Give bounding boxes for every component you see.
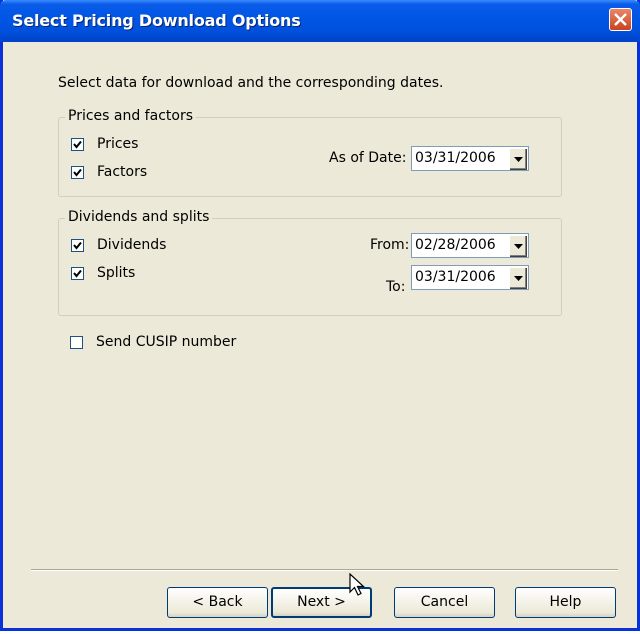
as-of-date-label: As of Date: (329, 150, 407, 166)
help-button[interactable]: Help (515, 587, 616, 618)
dialog-body: Select data for download and the corresp… (3, 42, 637, 628)
dialog-window: Select Pricing Download Options Select d… (0, 0, 640, 631)
checkmark-icon (73, 269, 82, 278)
splits-label: Splits (97, 265, 136, 281)
prices-factors-group: Prices and factors Prices Factors As of … (58, 108, 562, 197)
from-date-combo[interactable]: 02/28/2006 (411, 233, 529, 258)
back-button[interactable]: < Back (167, 587, 268, 618)
as-of-date-value: 03/31/2006 (415, 150, 496, 166)
send-cusip-label: Send CUSIP number (96, 334, 237, 350)
dropdown-button[interactable] (509, 235, 527, 257)
chevron-down-icon (514, 244, 523, 249)
checkmark-icon (73, 140, 82, 149)
dividends-checkbox[interactable] (71, 239, 84, 252)
chevron-down-icon (514, 157, 523, 162)
factors-checkbox[interactable] (71, 166, 84, 179)
from-date-label: From: (370, 237, 410, 253)
as-of-date-combo[interactable]: 03/31/2006 (411, 146, 529, 171)
checkmark-icon (73, 168, 82, 177)
title-bar[interactable]: Select Pricing Download Options (0, 0, 640, 42)
button-divider (31, 569, 618, 571)
dividends-label: Dividends (97, 237, 167, 253)
dialog-title: Select Pricing Download Options (12, 11, 301, 30)
close-button[interactable] (609, 8, 632, 31)
factors-label: Factors (97, 164, 148, 180)
close-icon (614, 13, 627, 26)
mouse-cursor-icon (349, 573, 366, 596)
prices-label: Prices (97, 136, 139, 152)
from-date-value: 02/28/2006 (415, 237, 496, 253)
to-date-label: To: (386, 279, 406, 295)
send-cusip-checkbox[interactable] (70, 336, 83, 349)
to-date-combo[interactable]: 03/31/2006 (411, 265, 529, 290)
prices-checkbox[interactable] (71, 138, 84, 151)
splits-checkbox[interactable] (71, 267, 84, 280)
instructions-text: Select data for download and the corresp… (58, 75, 444, 91)
dropdown-button[interactable] (509, 267, 527, 289)
to-date-value: 03/31/2006 (415, 269, 496, 285)
prices-factors-legend: Prices and factors (65, 108, 196, 124)
cancel-button[interactable]: Cancel (394, 587, 495, 618)
dropdown-button[interactable] (509, 148, 527, 170)
dividends-splits-legend: Dividends and splits (65, 209, 213, 225)
chevron-down-icon (514, 276, 523, 281)
dividends-splits-group: Dividends and splits Dividends Splits Fr… (58, 209, 562, 316)
checkmark-icon (73, 241, 82, 250)
